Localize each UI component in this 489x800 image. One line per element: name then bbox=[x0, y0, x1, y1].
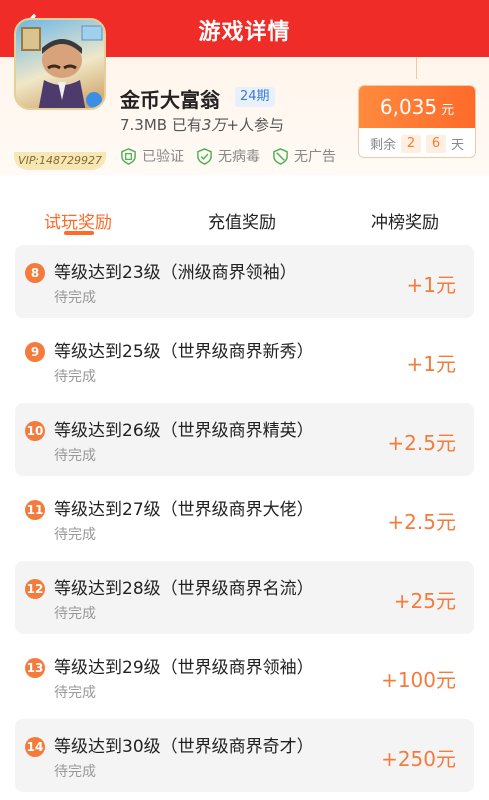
task-title: 等级达到25级（世界级商界新秀） bbox=[54, 342, 314, 362]
remain-digit: 2 bbox=[401, 134, 421, 153]
tab-trial-reward[interactable]: 试玩奖励 bbox=[44, 208, 112, 233]
reward-amount: +1元 bbox=[406, 273, 456, 297]
list-item[interactable]: 10 等级达到26级（世界级商界精英） 待完成 +2.5元 bbox=[15, 403, 474, 476]
task-status: 待完成 bbox=[54, 369, 96, 385]
badge-verified: 已验证 bbox=[120, 146, 184, 166]
game-icon[interactable] bbox=[14, 18, 106, 110]
task-number: 9 bbox=[25, 342, 45, 362]
participants-value: 3万+ bbox=[201, 116, 240, 134]
total-reward-amount: 6,035 元 bbox=[359, 86, 475, 128]
reward-amount: +250元 bbox=[381, 747, 456, 771]
badge-label: 无病毒 bbox=[218, 149, 260, 165]
total-reward-box: 6,035 元 剩余 2 6 天 bbox=[358, 85, 476, 158]
list-item[interactable]: 14 等级达到30级（世界级商界奇才） 待完成 +250元 bbox=[15, 719, 474, 792]
reward-amount: +2.5元 bbox=[387, 431, 456, 455]
badge-no-ads: 无广告 bbox=[272, 146, 336, 166]
list-item[interactable]: 9 等级达到25级（世界级商界新秀） 待完成 +1元 bbox=[15, 324, 474, 397]
task-title: 等级达到30级（世界级商界奇才） bbox=[54, 737, 314, 757]
vip-tag: VIP:148729927 bbox=[14, 152, 106, 170]
slash-shield-icon bbox=[273, 147, 288, 165]
list-item[interactable]: 8 等级达到23级（洲级商界领袖） 待完成 +1元 bbox=[15, 245, 474, 318]
task-status: 待完成 bbox=[54, 606, 96, 622]
task-status: 待完成 bbox=[54, 685, 96, 701]
active-tab-indicator bbox=[64, 231, 94, 235]
reward-amount: +2.5元 bbox=[387, 510, 456, 534]
badge-label: 已验证 bbox=[142, 149, 184, 165]
reward-list: 8 等级达到23级（洲级商界领袖） 待完成 +1元 9 等级达到25级（世界级商… bbox=[15, 245, 474, 798]
task-title: 等级达到28级（世界级商界名流） bbox=[54, 579, 314, 599]
period-badge: 24期 bbox=[235, 87, 275, 107]
task-status: 待完成 bbox=[54, 764, 96, 780]
total-unit: 元 bbox=[441, 103, 455, 118]
total-value: 6,035 bbox=[379, 95, 438, 119]
list-item[interactable]: 13 等级达到29级（世界级商界领袖） 待完成 +100元 bbox=[15, 640, 474, 713]
tab-recharge-reward[interactable]: 充值奖励 bbox=[208, 208, 276, 233]
task-number: 10 bbox=[25, 421, 45, 441]
badge-label: 无广告 bbox=[294, 149, 336, 165]
remain-unit: 天 bbox=[451, 138, 465, 153]
task-title: 等级达到27级（世界级商界大佬） bbox=[54, 500, 314, 520]
tab-ranking-reward[interactable]: 冲榜奖励 bbox=[371, 208, 439, 233]
task-number: 12 bbox=[25, 579, 45, 599]
participants-suffix: 人参与 bbox=[239, 116, 285, 134]
check-shield-icon bbox=[197, 147, 212, 165]
list-item[interactable]: 11 等级达到27级（世界级商界大佬） 待完成 +2.5元 bbox=[15, 482, 474, 555]
reward-amount: +100元 bbox=[381, 668, 456, 692]
verified-shield-icon bbox=[121, 147, 136, 165]
badge-no-virus: 无病毒 bbox=[196, 146, 260, 166]
task-number: 14 bbox=[25, 737, 45, 757]
game-meta: 7.3MB 已有3万+人参与 bbox=[120, 114, 284, 135]
remaining-days: 剩余 2 6 天 bbox=[359, 128, 475, 157]
list-item[interactable]: 12 等级达到28级（世界级商界名流） 待完成 +25元 bbox=[15, 561, 474, 634]
game-size: 7.3MB bbox=[120, 116, 168, 134]
task-title: 等级达到26级（世界级商界精英） bbox=[54, 421, 314, 441]
task-title: 等级达到23级（洲级商界领袖） bbox=[54, 263, 297, 283]
reward-amount: +1元 bbox=[406, 352, 456, 376]
remain-digit: 6 bbox=[426, 134, 446, 153]
reward-pin-line bbox=[416, 57, 417, 79]
task-number: 13 bbox=[25, 658, 45, 678]
businessman-avatar-icon bbox=[21, 25, 103, 108]
trust-badges: 已验证 无病毒 无广告 bbox=[120, 146, 336, 166]
remain-label: 剩余 bbox=[369, 138, 396, 153]
task-status: 待完成 bbox=[54, 527, 96, 543]
task-status: 待完成 bbox=[54, 448, 96, 464]
task-number: 8 bbox=[25, 263, 45, 283]
reward-amount: +25元 bbox=[393, 589, 456, 613]
task-number: 11 bbox=[25, 500, 45, 520]
task-status: 待完成 bbox=[54, 290, 96, 306]
game-name: 金币大富翁 bbox=[120, 88, 220, 112]
task-title: 等级达到29级（世界级商界领袖） bbox=[54, 658, 314, 678]
participants-prefix: 已有 bbox=[171, 116, 202, 134]
